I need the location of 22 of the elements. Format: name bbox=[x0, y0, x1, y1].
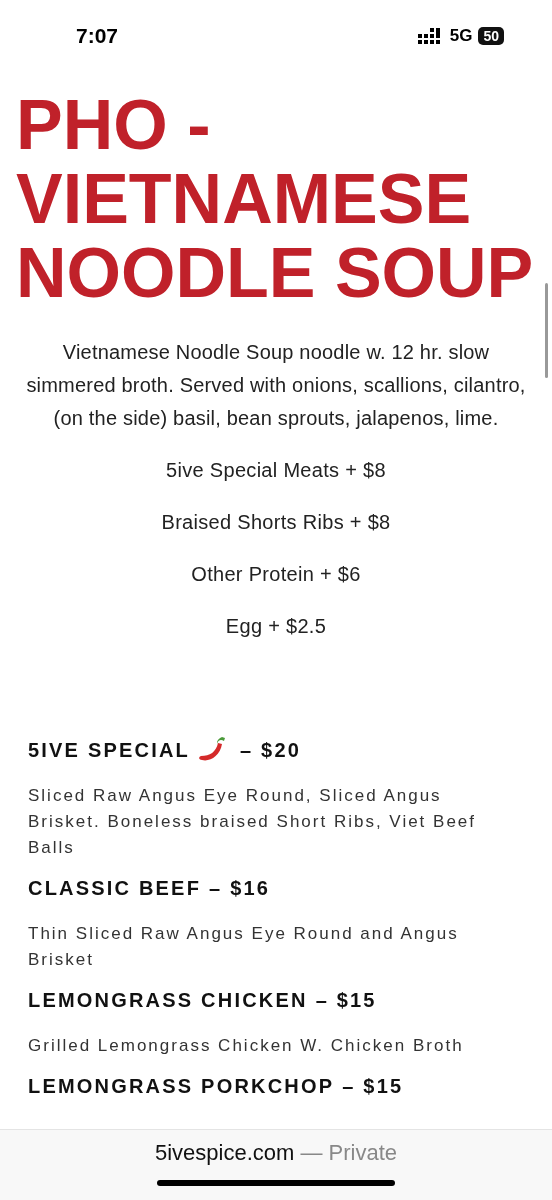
item-name: LEMONGRASS PORKCHOP bbox=[28, 1074, 335, 1098]
add-on-option: Egg + $2.5 bbox=[0, 610, 552, 643]
item-name: LEMONGRASS CHICKEN bbox=[28, 988, 308, 1012]
item-price: – $20 bbox=[240, 738, 302, 762]
add-on-option: Braised Shorts Ribs + $8 bbox=[0, 506, 552, 539]
item-name: 5IVE SPECIAL bbox=[28, 738, 190, 762]
item-name: CLASSIC BEEF bbox=[28, 876, 202, 900]
network-label: 5G bbox=[449, 26, 473, 46]
status-time: 7:07 bbox=[76, 24, 119, 48]
page-title: PHO - VIETNAMESE NOODLE SOUP bbox=[16, 88, 535, 310]
add-on-option: 5ive Special Meats + $8 bbox=[0, 454, 552, 487]
item-price: – $15 bbox=[315, 988, 377, 1012]
add-on-option: Other Protein + $6 bbox=[0, 558, 552, 591]
battery-level: 50 bbox=[478, 27, 504, 45]
soup-description: Vietnamese Noodle Soup noodle w. 12 hr. slow simmered broth. Served with onions, scallions, cilantro, (on the side) basil, bean sprouts, jalapenos, lime. bbox=[25, 340, 527, 431]
home-indicator[interactable] bbox=[157, 1180, 395, 1186]
item-description: Thin Sliced Raw Angus Eye Round and Angus Brisket bbox=[28, 923, 460, 971]
item-price: – $16 bbox=[209, 876, 271, 900]
address-text[interactable]: 5ivespice.com — Private bbox=[154, 1140, 398, 1166]
item-price: – $15 bbox=[342, 1074, 404, 1098]
item-description: Grilled Lemongrass Chicken W. Chicken Broth bbox=[28, 1035, 465, 1057]
item-description: Sliced Raw Angus Eye Round, Sliced Angus Brisket. Boneless braised Short Ribs, Viet Beef Balls bbox=[28, 785, 478, 859]
